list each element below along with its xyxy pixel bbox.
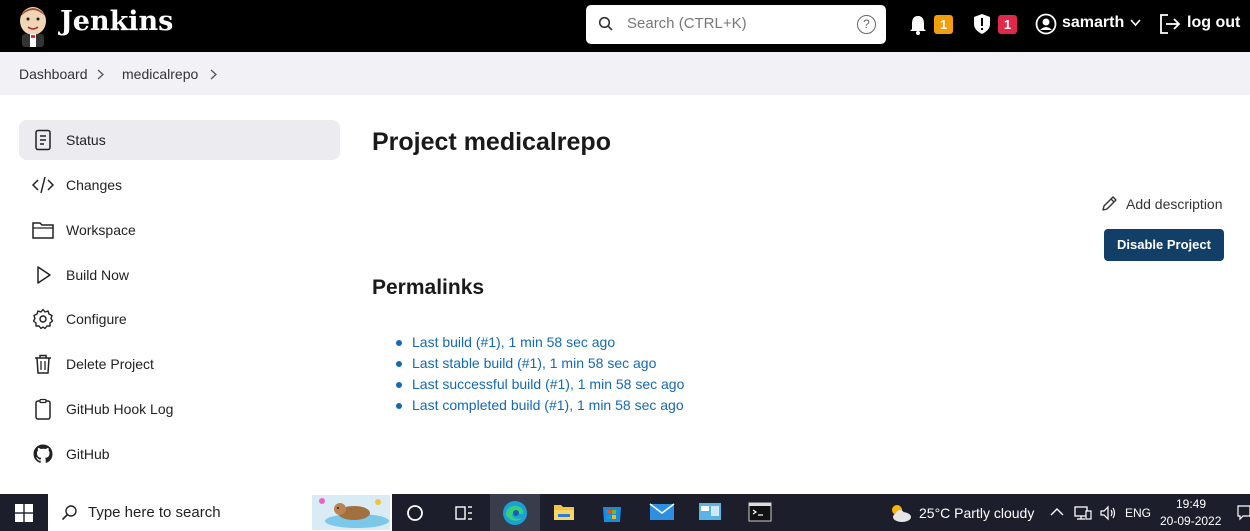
taskbar-search-input[interactable]: Type here to search — [88, 504, 221, 521]
code-icon — [32, 176, 54, 194]
search-icon — [61, 505, 77, 521]
security-shield-icon[interactable] — [972, 13, 992, 35]
logout-icon[interactable] — [1159, 13, 1183, 35]
top-header: Jenkins Search (CTRL+K) ? 1 1 samarth lo… — [0, 0, 1250, 52]
help-icon[interactable]: ? — [857, 15, 876, 34]
permalink-last-stable-build[interactable]: Last stable build (#1), 1 min 58 sec ago — [396, 355, 684, 376]
permalink-last-build[interactable]: Last build (#1), 1 min 58 sec ago — [396, 334, 684, 355]
permalink-last-completed-build[interactable]: Last completed build (#1), 1 min 58 sec … — [396, 397, 684, 418]
clock-time[interactable]: 19:49 — [1176, 497, 1206, 511]
add-description-link[interactable]: Add description — [1101, 195, 1223, 212]
breadcrumb: Dashboard medicalrepo — [0, 52, 1250, 95]
user-avatar-icon[interactable] — [1035, 13, 1057, 35]
chevron-down-icon[interactable] — [1130, 19, 1141, 27]
brand-title[interactable]: Jenkins — [60, 6, 173, 37]
logout-link[interactable]: log out — [1187, 14, 1240, 32]
sidebar-item-changes[interactable]: Changes — [19, 165, 340, 205]
sidebar-item-configure[interactable]: Configure — [19, 299, 340, 339]
sidebar-item-label: GitHub — [66, 446, 110, 462]
notifications-badge[interactable]: 1 — [934, 15, 953, 34]
status-icon — [35, 129, 51, 151]
jenkins-logo-icon[interactable] — [16, 4, 50, 48]
network-icon[interactable] — [1074, 505, 1092, 521]
search-icon — [598, 16, 613, 31]
sidebar-item-label: Workspace — [66, 222, 136, 238]
volume-icon[interactable] — [1100, 505, 1118, 521]
gear-icon — [32, 308, 54, 330]
partly-cloudy-icon[interactable] — [887, 502, 913, 524]
sidebar-item-label: Status — [66, 132, 106, 148]
weather-text[interactable]: 25°C Partly cloudy — [919, 505, 1034, 521]
play-icon — [37, 266, 51, 284]
taskbar-search[interactable]: Type here to search — [48, 494, 392, 531]
pencil-icon — [1102, 196, 1117, 211]
sidebar-item-label: Delete Project — [66, 356, 154, 372]
sidebar-item-github-hook-log[interactable]: GitHub Hook Log — [19, 389, 340, 429]
taskbar-active-app[interactable] — [490, 494, 540, 531]
bell-icon[interactable] — [908, 14, 928, 36]
github-icon — [33, 444, 53, 463]
sidebar-item-workspace[interactable]: Workspace — [19, 210, 340, 250]
folder-icon — [32, 222, 54, 239]
sidebar-item-label: Build Now — [66, 267, 130, 283]
notification-center-icon[interactable] — [1237, 505, 1250, 521]
chevron-right-icon — [97, 69, 104, 80]
search-box[interactable]: Search (CTRL+K) ? — [586, 5, 886, 44]
sidebar-item-label: GitHub Hook Log — [66, 401, 174, 417]
page-title: Project medicalrepo — [372, 128, 611, 156]
permalink-last-successful-build[interactable]: Last successful build (#1), 1 min 58 sec… — [396, 376, 684, 397]
add-description-label: Add description — [1126, 195, 1223, 212]
cortana-icon[interactable] — [406, 504, 424, 522]
breadcrumb-dashboard[interactable]: Dashboard — [19, 66, 88, 82]
sidebar-item-build-now[interactable]: Build Now — [19, 255, 340, 295]
permalinks-list: Last build (#1), 1 min 58 sec ago Last s… — [396, 334, 684, 418]
task-view-icon[interactable] — [455, 504, 473, 522]
sidebar-item-delete-project[interactable]: Delete Project — [19, 344, 340, 384]
windows-taskbar: Type here to search 25°C Partly cloudy E… — [0, 494, 1250, 531]
sidebar-item-label: Configure — [66, 311, 127, 327]
language-indicator[interactable]: ENG — [1125, 506, 1151, 520]
windows-start-icon[interactable] — [15, 504, 33, 522]
edge-browser-icon — [503, 501, 527, 525]
security-badge[interactable]: 1 — [998, 15, 1017, 34]
microsoft-store-icon[interactable] — [601, 501, 623, 523]
permalinks-heading: Permalinks — [372, 276, 485, 299]
user-menu[interactable]: samarth — [1062, 14, 1124, 32]
breadcrumb-project[interactable]: medicalrepo — [122, 66, 198, 82]
search-highlight-illustration-icon — [312, 495, 390, 530]
chevron-up-icon[interactable] — [1050, 507, 1064, 517]
search-input[interactable]: Search (CTRL+K) — [627, 15, 747, 32]
clock-date[interactable]: 20-09-2022 — [1160, 514, 1221, 528]
mail-icon[interactable] — [649, 502, 675, 522]
file-explorer-icon[interactable] — [553, 502, 575, 522]
chevron-right-icon[interactable] — [210, 69, 218, 80]
trash-icon — [35, 354, 51, 374]
sidebar-item-github[interactable]: GitHub — [19, 434, 340, 474]
sidebar-item-status[interactable]: Status — [19, 120, 340, 160]
clipboard-icon — [35, 398, 51, 420]
disable-project-button[interactable]: Disable Project — [1104, 229, 1224, 261]
control-panel-icon[interactable] — [698, 502, 722, 522]
sidebar-item-label: Changes — [66, 177, 123, 193]
terminal-icon[interactable] — [748, 502, 772, 522]
